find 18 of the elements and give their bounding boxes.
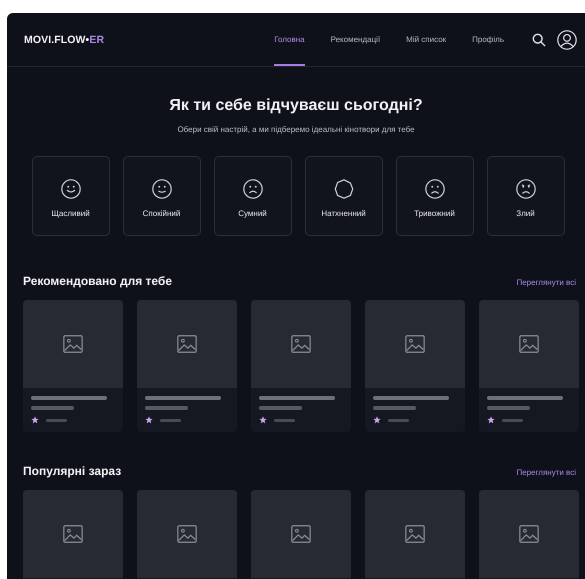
mood-button[interactable]: Спокійний xyxy=(122,156,200,236)
mood-button[interactable]: Сумний xyxy=(214,156,292,236)
mood-button[interactable]: Щасливий xyxy=(32,156,110,236)
nav-tab[interactable]: Профіль xyxy=(472,13,504,66)
section-title: Рекомендовано для тебе xyxy=(23,274,172,288)
nav-tab[interactable]: Мій список xyxy=(406,13,446,66)
logo-text: MOVI.FLOW• xyxy=(24,34,90,46)
mood-button[interactable]: Тривожний xyxy=(396,156,474,236)
hero-title: Як ти себе відчуваєш сьогодні? xyxy=(168,97,424,115)
section-title: Популярні зараз xyxy=(23,464,122,478)
mood-button[interactable]: Злий xyxy=(486,156,564,236)
hero-subtitle: Обери свій настрій, а ми підберемо ідеальні кінотвори для тебе xyxy=(176,125,416,134)
nav-tab[interactable]: Головна xyxy=(274,13,305,66)
nav-tab[interactable]: Рекомендації xyxy=(330,13,380,66)
logo-accent: ER xyxy=(89,34,104,46)
mood-button[interactable]: Натхненний xyxy=(304,156,382,236)
view-all-link[interactable]: Переглянути всі xyxy=(516,278,576,287)
view-all-link[interactable]: Переглянути всі xyxy=(516,468,576,477)
